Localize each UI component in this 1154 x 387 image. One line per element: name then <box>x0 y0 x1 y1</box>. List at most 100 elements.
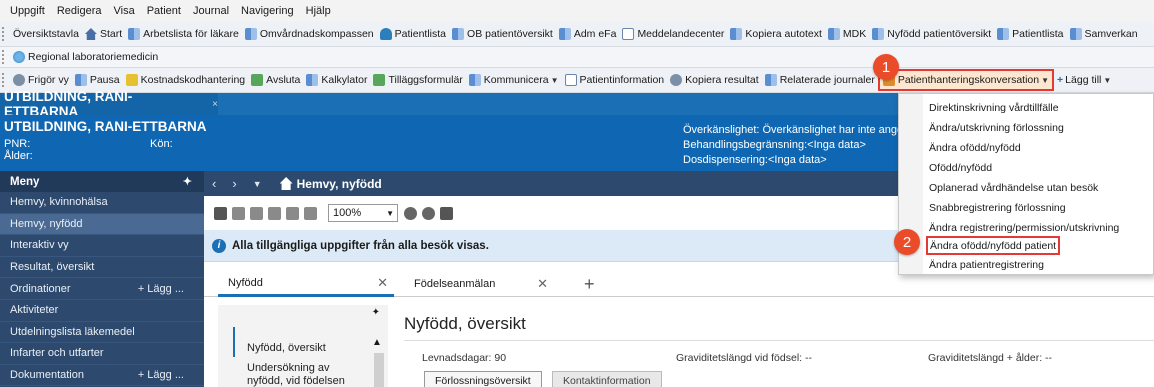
toolbar-item-patienthanteringskonversation[interactable]: Patienthanteringskonversation ▼ <box>877 69 1055 91</box>
grid-icon <box>872 28 885 40</box>
chevron-up-icon[interactable]: ▲ <box>372 337 382 348</box>
toolbar-item-kopiera-resultat[interactable]: Kopiera resultat <box>667 70 762 90</box>
toolbar-item-patientlista[interactable]: Patientlista <box>377 24 449 44</box>
toolbar-item-avsluta[interactable]: Avsluta <box>248 70 303 90</box>
add-ordination-button[interactable]: + Lägg ... <box>138 283 184 295</box>
toolbar-grip[interactable] <box>2 27 7 41</box>
grid-icon <box>558 28 571 40</box>
toolbar-item-tillaggsformular[interactable]: Tilläggsformulär <box>370 70 465 90</box>
record-icon[interactable] <box>404 206 417 220</box>
print-icon[interactable] <box>232 206 245 220</box>
zoom-select[interactable]: 100% ▼ <box>328 204 398 222</box>
menu-item-andra-ofodd-nyfodd[interactable]: Ändra ofödd/nyfödd <box>929 139 1021 157</box>
menu-redigera[interactable]: Redigera <box>51 5 108 17</box>
unlock-icon <box>13 74 25 86</box>
copy-icon[interactable] <box>250 206 263 220</box>
chevron-down-icon: ▼ <box>1041 75 1050 85</box>
sidebar-item-resultat-oversikt[interactable]: Resultat, översikt <box>0 257 204 279</box>
tab-fodelseanmalan[interactable]: Födelseanmälan ✕ <box>404 271 554 297</box>
forlossningsoversikt-button[interactable]: Förlossningsöversikt <box>424 371 542 387</box>
sidebar-item-infarter[interactable]: Infarter och utfarter <box>0 343 204 365</box>
menu-item-ofodd-nyfodd[interactable]: Ofödd/nyfödd <box>929 159 992 177</box>
close-icon[interactable]: ✕ <box>537 276 548 292</box>
toolbar-item-mdk[interactable]: MDK <box>825 24 869 44</box>
zoom-in-icon[interactable] <box>304 206 317 220</box>
toolbar-item-lagg-till[interactable]: + Lägg till ▼ <box>1054 70 1114 90</box>
menu-patient[interactable]: Patient <box>141 5 187 17</box>
kontaktinformation-button[interactable]: Kontaktinformation <box>552 371 662 387</box>
treatment-limit-info: Behandlingsbegränsning:<Inga data> <box>683 139 866 151</box>
toolbar-item-omvardnadskompassen[interactable]: Omvårdnadskompassen <box>242 24 377 44</box>
toolbar-item-kalkylator[interactable]: Kalkylator <box>303 70 370 90</box>
menu-item-snabbregistrering[interactable]: Snabbregistrering förlossning <box>929 199 1066 217</box>
section-link-nyfodd-oversikt[interactable]: Nyfödd, översikt <box>247 341 326 355</box>
sidebar-item-interaktiv-vy[interactable]: Interaktiv vy <box>0 235 204 257</box>
menu-item-andra-utskrivning-forlossning[interactable]: Ändra/utskrivning förlossning <box>929 119 1064 137</box>
section-link-undersokning-2[interactable]: nyfödd, vid födelsen <box>247 374 345 387</box>
pin-icon[interactable]: ✦ <box>183 175 192 188</box>
toolbar-item-nyfodd-patientoversikt[interactable]: Nyfödd patientöversikt <box>869 24 994 44</box>
toolbar-item-samverkan[interactable]: Samverkan <box>1067 24 1141 44</box>
close-icon[interactable]: × <box>212 99 218 110</box>
menu-uppgift[interactable]: Uppgift <box>4 5 51 17</box>
toolbar-item-adm-efa[interactable]: Adm eFa <box>556 24 620 44</box>
tab-nyfodd[interactable]: Nyfödd ✕ <box>218 271 394 297</box>
binoculars-icon[interactable] <box>214 206 227 220</box>
menu-item-oplanerad-vardhandelse[interactable]: Oplanerad vårdhändelse utan besök <box>929 179 1098 197</box>
sidebar-item-dokumentation[interactable]: Dokumentation + Lägg ... <box>0 365 204 387</box>
sidebar-item-ordinationer[interactable]: Ordinationer + Lägg ... <box>0 278 204 300</box>
menu-visa[interactable]: Visa <box>108 5 141 17</box>
home-icon[interactable] <box>440 206 453 220</box>
menu-item-andra-ofodd-nyfodd-patient[interactable]: Ändra ofödd/nyfödd patient <box>926 236 1061 255</box>
sidebar-item-hemvy-kvinnohalsa[interactable]: Hemvy, kvinnohälsa <box>0 192 204 214</box>
back-arrow-icon[interactable]: ‹ <box>204 176 224 191</box>
toolbar-item-patientlista-2[interactable]: Patientlista <box>994 24 1066 44</box>
menu-navigering[interactable]: Navigering <box>235 5 300 17</box>
page-title: Hemvy, nyfödd <box>296 176 382 191</box>
toolbar-item-arbetslista[interactable]: Arbetslista för läkare <box>125 24 242 44</box>
home-icon[interactable] <box>279 177 293 190</box>
menu-item-direktinskrivning[interactable]: Direktinskrivning vårdtillfälle <box>929 99 1059 117</box>
toolbar-item-pausa[interactable]: Pausa <box>72 70 123 90</box>
patient-tab[interactable]: UTBILDNING, RANI-ETTBARNA × <box>0 89 218 119</box>
toolbar-grip[interactable] <box>2 50 7 64</box>
forward-arrow-icon[interactable]: › <box>224 176 244 191</box>
paste-icon[interactable] <box>268 206 281 220</box>
patient-name: UTBILDNING, RANI-ETTBARNA <box>4 119 207 134</box>
toolbar-item-regional-lab[interactable]: Regional laboratoriemedicin <box>10 47 161 67</box>
menu-journal[interactable]: Journal <box>187 5 235 17</box>
toolbar-item-meddelandecenter[interactable]: Meddelandecenter <box>619 24 727 44</box>
toolbar-item-ob-patientoversikt[interactable]: OB patientöversikt <box>449 24 556 44</box>
toolbar-navigation: Översiktstavla Start Arbetslista för läk… <box>0 22 1154 47</box>
add-dokumentation-button[interactable]: + Lägg ... <box>138 369 184 381</box>
toolbar-item-frigor-vy[interactable]: Frigör vy <box>10 70 72 90</box>
add-tab-button[interactable]: + <box>574 271 604 297</box>
person-icon <box>379 28 392 40</box>
zoom-out-icon[interactable] <box>286 206 299 220</box>
main-content: Nyfödd, översikt Levnadsdagar: 90 Gravid… <box>388 305 1154 387</box>
record-icon[interactable] <box>422 206 435 220</box>
toolbar-item-kostnadskodhantering[interactable]: Kostnadskodhantering <box>123 70 249 90</box>
sidebar-item-aktiviteter[interactable]: Aktiviteter <box>0 300 204 322</box>
toolbar-item-kommunicera[interactable]: Kommunicera ▼ <box>466 70 562 90</box>
kon-label: Kön: <box>150 138 173 150</box>
toolbar-item-start[interactable]: Start <box>82 24 125 44</box>
toolbar-item-patientinformation[interactable]: Patientinformation <box>562 70 668 90</box>
toolbar-item-relaterade-journaler[interactable]: Relaterade journaler <box>762 70 878 90</box>
sidebar-item-hemvy-nyfodd[interactable]: Hemvy, nyfödd <box>0 213 204 236</box>
scrollbar-thumb[interactable] <box>374 353 384 387</box>
chevron-down-icon: ▼ <box>386 208 394 218</box>
chevron-down-icon[interactable]: ▼ <box>245 179 270 189</box>
toolbar-item-oversiktstavla[interactable]: Översiktstavla <box>10 24 82 44</box>
section-link-undersokning[interactable]: Undersökning av <box>247 361 330 375</box>
graviditetslangd-alder-value: Graviditetslängd + ålder: -- <box>928 352 1053 364</box>
toolbar-item-kopiera-autotext[interactable]: Kopiera autotext <box>727 24 824 44</box>
pin-icon[interactable]: ✦ <box>372 307 380 318</box>
menu-item-andra-registrering[interactable]: Ändra registrering/permission/utskrivnin… <box>929 219 1119 237</box>
close-icon[interactable]: ✕ <box>377 275 388 291</box>
form-icon <box>373 74 386 86</box>
sidebar-item-utdelningslista[interactable]: Utdelningslista läkemedel <box>0 322 204 344</box>
toolbar-grip[interactable] <box>2 73 7 87</box>
menu-item-andra-patientregistrering[interactable]: Ändra patientregistrering <box>929 256 1044 274</box>
menu-hjalp[interactable]: Hjälp <box>300 5 337 17</box>
